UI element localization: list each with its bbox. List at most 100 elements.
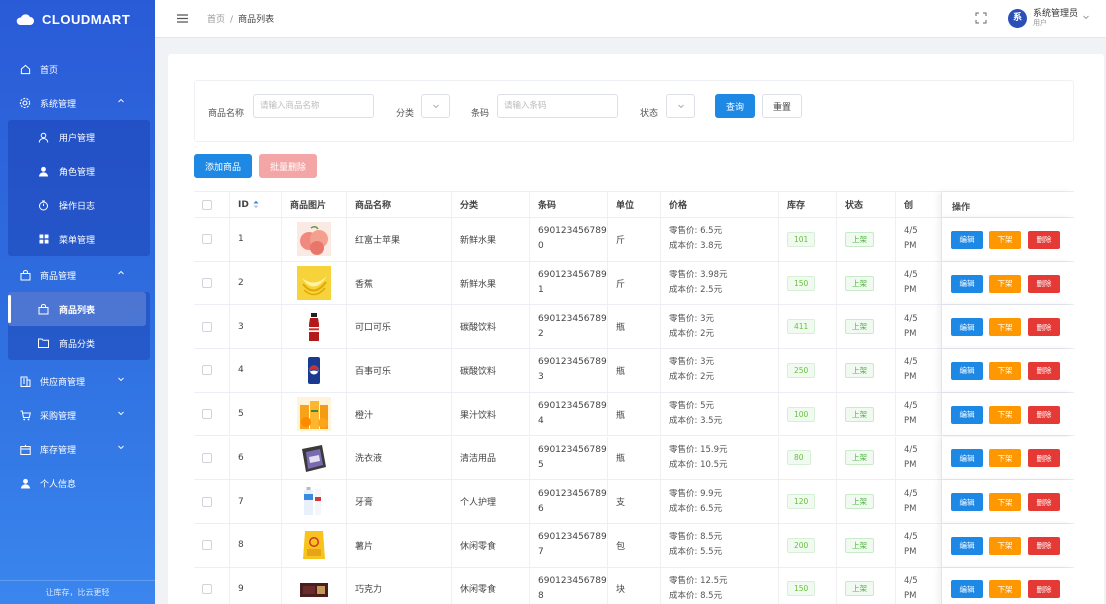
cell-cat: 休闲零食 <box>452 523 530 567</box>
sidebar-item-product-category[interactable]: 商品分类 <box>8 326 150 360</box>
edit-button[interactable]: 编辑 <box>951 361 983 380</box>
delete-button[interactable]: 删除 <box>1028 536 1060 555</box>
column-header[interactable]: ID <box>238 200 249 210</box>
chevron-down-icon[interactable] <box>1083 14 1089 20</box>
cloud-logo-icon <box>16 13 34 25</box>
breadcrumb-home[interactable]: 首页 <box>207 15 225 25</box>
table-row: 5 橙汁 果汁饮料 690123456789 4 瓶 零售价: 5元 成本价: 3.5元 100… <box>194 392 1074 437</box>
edit-button[interactable]: 编辑 <box>951 580 983 599</box>
off-shelf-button[interactable]: 下架 <box>989 230 1021 249</box>
category-select[interactable] <box>421 94 450 118</box>
cell-price: 零售价: 5元 成本价: 3.5元 <box>661 392 779 436</box>
product-unit: 包 <box>616 541 626 552</box>
sidebar-item-system[interactable]: 系统管理 <box>0 86 155 120</box>
sidebar-nav: 首页 系统管理 用户管理 角色管理 操作日志 菜单管理 商品管理 商品列表 商品… <box>0 52 155 500</box>
cell-price: 零售价: 9.9元 成本价: 6.5元 <box>661 480 779 523</box>
avatar[interactable]: 系 <box>1008 9 1027 28</box>
edit-button[interactable]: 编辑 <box>951 230 983 249</box>
bag-icon <box>19 269 31 281</box>
off-shelf-button[interactable]: 下架 <box>989 580 1021 599</box>
sidebar-item-menus[interactable]: 菜单管理 <box>8 222 150 256</box>
row-checkbox[interactable] <box>202 234 212 245</box>
row-checkbox[interactable] <box>202 278 212 289</box>
cell-stock: 100 <box>779 392 837 436</box>
brand[interactable]: CLOUDMART <box>0 0 155 38</box>
sidebar-item-profile[interactable]: 个人信息 <box>0 466 155 500</box>
edit-button[interactable]: 编辑 <box>951 449 983 468</box>
reset-button[interactable]: 重置 <box>762 94 802 118</box>
product-category: 个人护理 <box>460 498 497 509</box>
off-shelf-button[interactable]: 下架 <box>989 318 1021 337</box>
off-shelf-button[interactable]: 下架 <box>989 449 1021 468</box>
delete-button[interactable]: 删除 <box>1028 274 1060 293</box>
sidebar-item-home[interactable]: 首页 <box>0 52 155 86</box>
column-header: 分类 <box>460 201 479 211</box>
fullscreen-icon[interactable] <box>975 12 987 24</box>
cell-price: 零售价: 3.98元 成本价: 2.5元 <box>661 261 779 305</box>
edit-button[interactable]: 编辑 <box>951 493 983 512</box>
off-shelf-button[interactable]: 下架 <box>989 361 1021 380</box>
sort-icon[interactable] <box>253 200 259 209</box>
delete-button[interactable]: 删除 <box>1028 449 1060 468</box>
barcode-input[interactable] <box>497 94 618 118</box>
sidebar-item-products[interactable]: 商品管理 <box>0 258 155 292</box>
off-shelf-button[interactable]: 下架 <box>989 405 1021 424</box>
delete-button[interactable]: 删除 <box>1028 493 1060 512</box>
query-button[interactable]: 查询 <box>715 94 755 118</box>
delete-button[interactable]: 删除 <box>1028 318 1060 337</box>
cell-created: 4/5 PM <box>896 261 942 305</box>
chevron-down-icon <box>118 411 124 416</box>
created-date: 4/5 <box>904 444 918 455</box>
batch-delete-button[interactable]: 批量删除 <box>259 154 317 178</box>
menu-toggle-icon[interactable] <box>177 14 189 24</box>
cell-unit: 瓶 <box>608 305 661 349</box>
off-shelf-button[interactable]: 下架 <box>989 536 1021 555</box>
product-name-input[interactable] <box>253 94 374 118</box>
cell-name: 洗衣液 <box>347 436 452 480</box>
status-badge: 上架 <box>845 406 874 422</box>
product-name: 百事可乐 <box>355 366 392 377</box>
off-shelf-button[interactable]: 下架 <box>989 274 1021 293</box>
sidebar-item-purchasing[interactable]: 采购管理 <box>0 398 155 432</box>
row-checkbox[interactable] <box>202 583 212 594</box>
cell-code: 690123456789 8 <box>530 567 608 604</box>
cell-code: 690123456789 2 <box>530 305 608 349</box>
user-name[interactable]: 系统管理员 <box>1033 9 1078 19</box>
barcode-line: 690123456789 <box>538 532 607 543</box>
delete-button[interactable]: 删除 <box>1028 405 1060 424</box>
sidebar-item-product-list[interactable]: 商品列表 <box>8 292 146 326</box>
column-header: 单位 <box>616 201 635 211</box>
barcode-line: 690123456789 <box>538 444 607 455</box>
created-period: PM <box>904 547 917 558</box>
status-select[interactable] <box>666 94 695 118</box>
column-header: 操作 <box>952 203 971 213</box>
table-row: 9 巧克力 休闲零食 690123456789 8 块 零售价: 12.5元 成本价: 8.5… <box>194 567 1074 604</box>
cell-cat: 碳酸饮料 <box>452 349 530 392</box>
row-checkbox[interactable] <box>202 452 212 463</box>
sidebar-item-roles[interactable]: 角色管理 <box>8 154 150 188</box>
edit-button[interactable]: 编辑 <box>951 274 983 293</box>
cell-id: 3 <box>230 305 282 349</box>
row-checkbox[interactable] <box>202 409 212 420</box>
delete-button[interactable]: 删除 <box>1028 230 1060 249</box>
row-checkbox[interactable] <box>202 496 212 507</box>
edit-button[interactable]: 编辑 <box>951 405 983 424</box>
row-checkbox[interactable] <box>202 365 212 376</box>
select-all-checkbox[interactable] <box>202 199 212 210</box>
sidebar-item-users[interactable]: 用户管理 <box>8 120 150 154</box>
delete-button[interactable]: 删除 <box>1028 580 1060 599</box>
product-unit: 支 <box>616 498 626 509</box>
delete-button[interactable]: 删除 <box>1028 361 1060 380</box>
off-shelf-button[interactable]: 下架 <box>989 493 1021 512</box>
row-checkbox[interactable] <box>202 321 212 332</box>
ops-header: 操作 <box>942 192 1074 217</box>
created-date: 4/5 <box>904 357 918 368</box>
row-checkbox[interactable] <box>202 540 212 551</box>
row-actions: 编辑 下架 删除 <box>942 523 1074 567</box>
sidebar-item-inventory[interactable]: 库存管理 <box>0 432 155 466</box>
edit-button[interactable]: 编辑 <box>951 318 983 337</box>
add-product-button[interactable]: 添加商品 <box>194 154 252 178</box>
edit-button[interactable]: 编辑 <box>951 536 983 555</box>
sidebar-item-suppliers[interactable]: 供应商管理 <box>0 364 155 398</box>
sidebar-item-logs[interactable]: 操作日志 <box>8 188 150 222</box>
